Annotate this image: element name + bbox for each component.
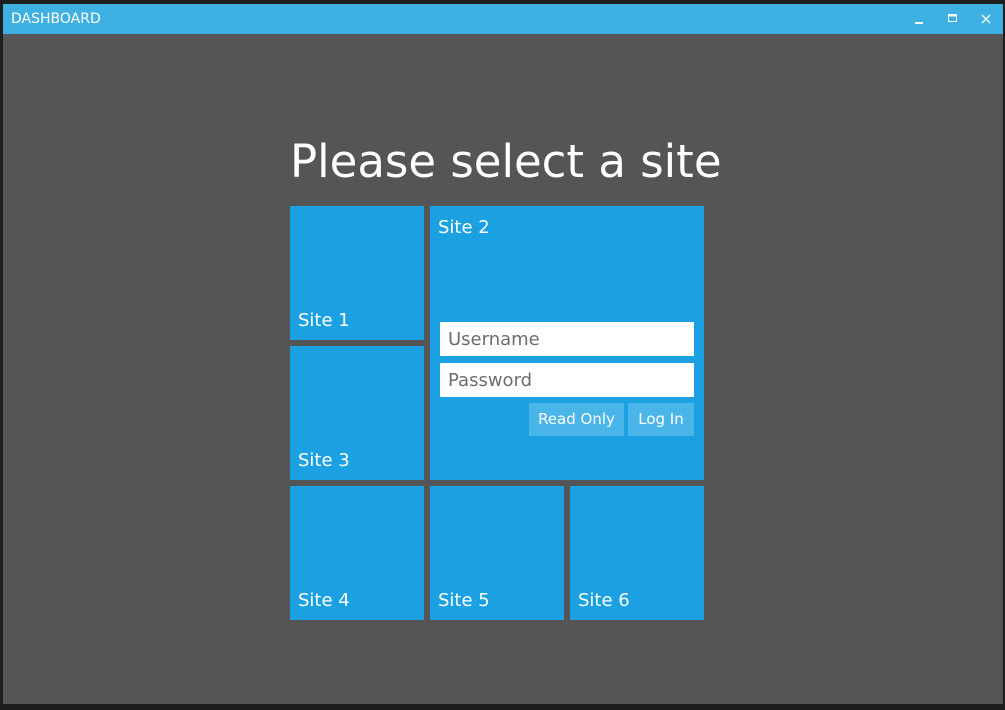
tile-label: Site 6 — [578, 590, 630, 611]
log-in-button[interactable]: Log In — [628, 403, 694, 436]
dashboard-window: DASHBOARD Please select a site Site 1 Si… — [3, 4, 1003, 704]
minimize-icon[interactable] — [911, 11, 927, 27]
password-input[interactable] — [440, 363, 694, 397]
tile-label: Site 2 — [438, 217, 490, 238]
title-bar[interactable]: DASHBOARD — [3, 4, 1003, 34]
page-title: Please select a site — [290, 135, 722, 188]
site-2-tile: Site 2 Read Only Log In — [430, 206, 704, 480]
tile-label: Site 1 — [298, 310, 350, 331]
site-3-tile[interactable]: Site 3 — [290, 346, 424, 480]
tile-label: Site 5 — [438, 590, 490, 611]
tile-label: Site 4 — [298, 590, 350, 611]
close-icon[interactable] — [978, 11, 994, 27]
tile-label: Site 3 — [298, 450, 350, 471]
site-6-tile[interactable]: Site 6 — [570, 486, 704, 620]
maximize-icon[interactable] — [945, 11, 961, 27]
window-title: DASHBOARD — [11, 11, 101, 27]
site-5-tile[interactable]: Site 5 — [430, 486, 564, 620]
site-1-tile[interactable]: Site 1 — [290, 206, 424, 340]
read-only-button[interactable]: Read Only — [529, 403, 624, 436]
site-4-tile[interactable]: Site 4 — [290, 486, 424, 620]
username-input[interactable] — [440, 322, 694, 356]
